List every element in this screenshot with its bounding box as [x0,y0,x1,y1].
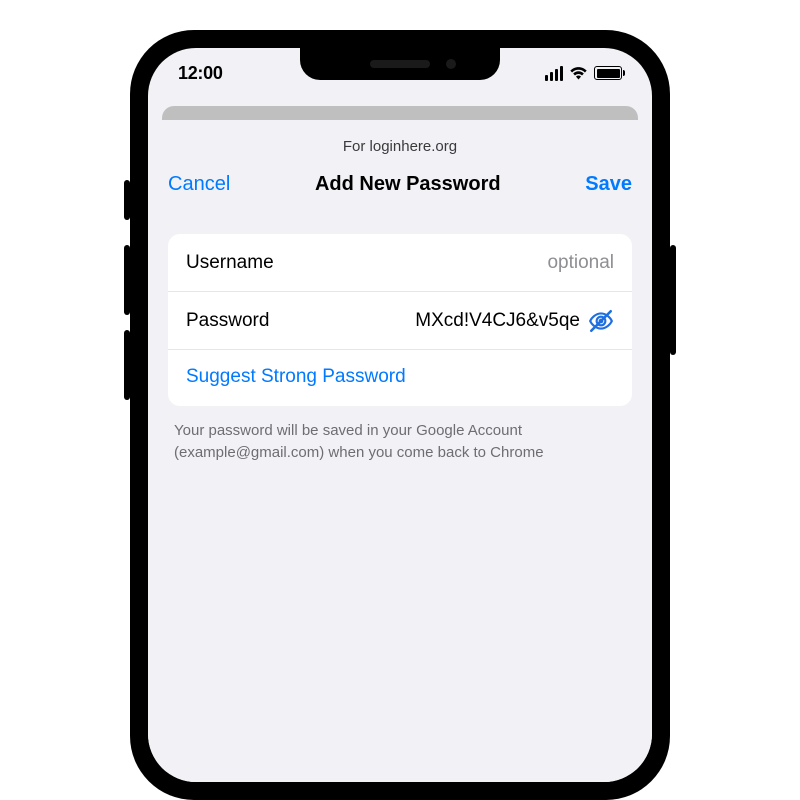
status-time: 12:00 [178,63,223,84]
cellular-signal-icon [545,66,563,81]
sheet-title: Add New Password [315,173,501,196]
phone-frame: 12:00 For loginhere.org Cancel Add New P… [130,30,670,800]
battery-icon [594,66,622,80]
cancel-button[interactable]: Cancel [168,173,230,196]
status-icons [545,66,622,81]
footnote: Your password will be saved in your Goog… [168,420,632,464]
add-password-sheet: For loginhere.org Cancel Add New Passwor… [148,120,652,782]
suggest-strong-password-button[interactable]: Suggest Strong Password [168,350,632,406]
password-field[interactable] [340,310,580,332]
save-button[interactable]: Save [585,173,632,196]
username-row: Username [168,234,632,292]
credentials-card: Username Password [168,234,632,406]
screen: 12:00 For loginhere.org Cancel Add New P… [148,48,652,782]
side-button [124,245,130,315]
toggle-password-visibility-button[interactable] [588,308,614,334]
status-bar: 12:00 [148,48,652,98]
side-button [124,330,130,400]
username-label: Username [186,252,274,274]
nav-row: Cancel Add New Password Save [168,173,632,196]
password-row: Password [168,292,632,350]
side-button [124,180,130,220]
side-button [670,245,676,355]
sheet-subtitle: For loginhere.org [168,138,632,155]
password-label: Password [186,310,269,332]
username-field[interactable] [374,252,614,274]
eye-off-icon [588,308,614,334]
wifi-icon [569,66,588,80]
